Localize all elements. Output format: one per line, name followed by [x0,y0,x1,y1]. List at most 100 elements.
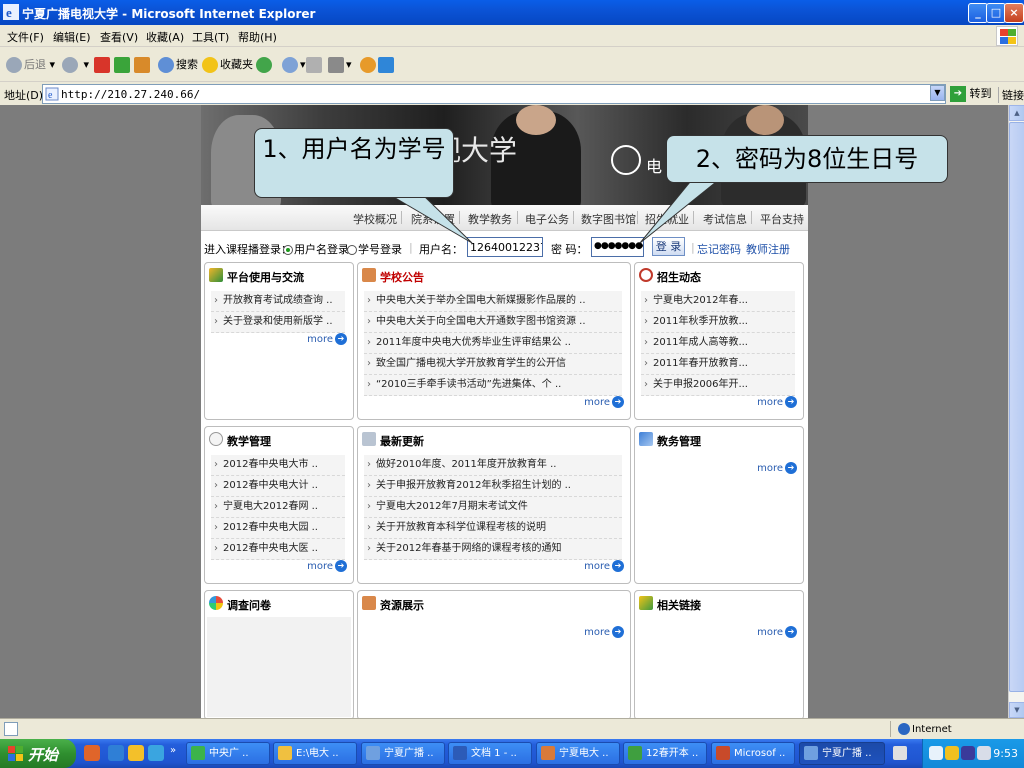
list-item[interactable]: 宁夏电大2012春网 .. [211,497,345,518]
menu-favorites[interactable]: 收藏(A) [146,29,184,45]
clock[interactable]: 9:53 [993,747,1018,760]
forward-button[interactable]: ▾ [62,56,89,74]
tray-qq-icon[interactable] [945,746,959,760]
tray-shield-icon[interactable] [977,746,991,760]
start-button[interactable]: 开始 [0,739,76,768]
taskbar-button[interactable]: 12春开本 .. [623,742,707,765]
search-button[interactable]: 搜索 [158,56,198,74]
quicklaunch-icon[interactable] [148,745,164,761]
maximize-button[interactable]: □ [986,3,1006,23]
back-button[interactable]: 后退 ▾ [6,56,55,74]
mail-button[interactable] [306,56,324,74]
list-item[interactable]: 2011年秋季开放教... [641,312,795,333]
qq-button[interactable] [378,56,396,74]
teacher-register-link[interactable]: 教师注册 [746,241,790,257]
more-link[interactable]: more ➔ [757,462,797,474]
list-item[interactable]: 关于2012年春基于网络的课程考核的通知 [364,539,622,560]
list-item[interactable]: 中央电大关于举办全国电大新媒摄影作品展的 .. [364,291,622,312]
quicklaunch-expand-icon[interactable]: » [170,745,176,756]
refresh-button[interactable] [114,56,132,74]
taskbar-button[interactable]: 宁夏电大 .. [536,742,620,765]
login-button[interactable]: 登 录 [652,237,685,256]
menu-tools[interactable]: 工具(T) [192,29,229,45]
more-link[interactable]: more ➔ [584,396,624,408]
stop-button[interactable] [94,56,112,74]
nav-item-exam[interactable]: 考试信息 [703,211,747,227]
list-item[interactable]: 中央电大关于向全国电大开通数字图书馆资源 .. [364,312,622,333]
taskbar-button[interactable]: 文档 1 - .. [448,742,532,765]
list-item[interactable]: 2012春中央电大园 .. [211,518,345,539]
username-input[interactable]: 1264001223709 [467,237,543,257]
keyboard-icon[interactable] [893,746,907,760]
document-icon [362,432,376,446]
close-button[interactable]: × [1004,3,1024,23]
more-link[interactable]: more ➔ [584,626,624,638]
list-item[interactable]: 2012春中央电大医 .. [211,539,345,560]
menu-view[interactable]: 查看(V) [100,29,138,45]
list-item[interactable]: 宁夏电大2012年春... [641,291,795,312]
nav-item-library[interactable]: 数字图书馆 [581,211,636,227]
vertical-scrollbar[interactable]: ▲ ▼ [1008,105,1024,718]
favorites-button[interactable]: 收藏夹 [202,56,253,74]
tray-network-icon[interactable] [961,746,975,760]
list-item[interactable]: 做好2010年度、2011年度开放教育年 .. [364,455,622,476]
messenger-button[interactable] [360,56,378,74]
password-input[interactable]: ●●●●●●●● [591,237,644,257]
nav-item-support[interactable]: 平台支持 [760,211,804,227]
scroll-up-button[interactable]: ▲ [1009,105,1024,121]
more-link[interactable]: more ➔ [757,626,797,638]
list-item[interactable]: 2012春中央电大市 .. [211,455,345,476]
list-item[interactable]: “2010三手牵手读书活动”先进集体、个 .. [364,375,622,396]
task-label: 宁夏电大 .. [559,748,609,759]
taskbar-button[interactable]: Microsof .. [711,742,795,765]
taskbar-button-active[interactable]: 宁夏广播 .. [799,742,885,765]
taskbar-button[interactable]: 宁夏广播 .. [361,742,445,765]
menu-help[interactable]: 帮助(H) [238,29,277,45]
nav-item-office[interactable]: 电子公务 [525,211,569,227]
history-button[interactable]: ▾ [282,56,306,74]
more-link[interactable]: more ➔ [307,560,347,572]
list-item[interactable]: 2011年成人高等教... [641,333,795,354]
print-button[interactable]: ▾ [328,56,352,74]
forgot-password-link[interactable]: 忘记密码 [697,241,741,257]
menu-edit[interactable]: 编辑(E) [53,29,91,45]
list-item[interactable]: 2011年春开放教育... [641,354,795,375]
list-item[interactable]: 关于登录和使用新版学 .. [211,312,345,333]
radio-username-login[interactable]: 用户名登录 [283,241,349,257]
nav-item-admission[interactable]: 招生就业 [645,211,689,227]
list-item[interactable]: 关于申报开放教育2012年秋季招生计划的 .. [364,476,622,497]
links-button[interactable]: 链接 [998,87,1024,103]
list-item[interactable]: 宁夏电大2012年7月期末考试文件 [364,497,622,518]
quicklaunch-icon[interactable] [84,745,100,761]
list-item[interactable]: 开放教育考试成绩查询 .. [211,291,345,312]
quicklaunch-qq-icon[interactable] [128,745,144,761]
quicklaunch-ie-icon[interactable] [108,745,124,761]
radio-studentid-login[interactable]: 学号登录 [347,241,402,257]
nav-item-teaching[interactable]: 教学教务 [468,211,512,227]
address-input[interactable]: e http://210.27.240.66/ [42,84,946,104]
nav-item-about[interactable]: 学校概况 [353,211,397,227]
list-item[interactable]: 2012春中央电大计 .. [211,476,345,497]
more-link[interactable]: more ➔ [584,560,624,572]
scroll-down-button[interactable]: ▼ [1009,702,1024,718]
minimize-button[interactable]: _ [968,3,988,23]
list-item[interactable]: 关于申报2006年开... [641,375,795,396]
home-button[interactable] [134,56,152,74]
list-item[interactable]: 2011年度中央电大优秀毕业生评审结果公 .. [364,333,622,354]
panel-resources: 资源展示 more ➔ [357,590,631,718]
list-item[interactable]: 致全国广播电视大学开放教育学生的公开信 [364,354,622,375]
more-link[interactable]: more ➔ [757,396,797,408]
tray-collapse-icon[interactable] [929,746,943,760]
media-button[interactable] [256,56,274,74]
menu-file[interactable]: 文件(F) [7,29,44,45]
address-dropdown-button[interactable]: ▼ [930,85,945,101]
go-button[interactable]: ➔ 转到 [950,85,992,102]
taskbar-button[interactable]: E:\电大 .. [273,742,357,765]
taskbar-button[interactable]: 中央广 .. [186,742,270,765]
panel-list: 中央电大关于举办全国电大新媒摄影作品展的 .. 中央电大关于向全国电大开通数字图… [364,291,622,396]
nav-item-departments[interactable]: 院系设置 [411,211,455,227]
list-item[interactable]: 关于开放教育本科学位课程考核的说明 [364,518,622,539]
title-bar[interactable]: e 宁夏广播电视大学 - Microsoft Internet Explorer… [0,0,1024,25]
scroll-thumb[interactable] [1009,122,1024,692]
more-link[interactable]: more ➔ [307,333,347,345]
